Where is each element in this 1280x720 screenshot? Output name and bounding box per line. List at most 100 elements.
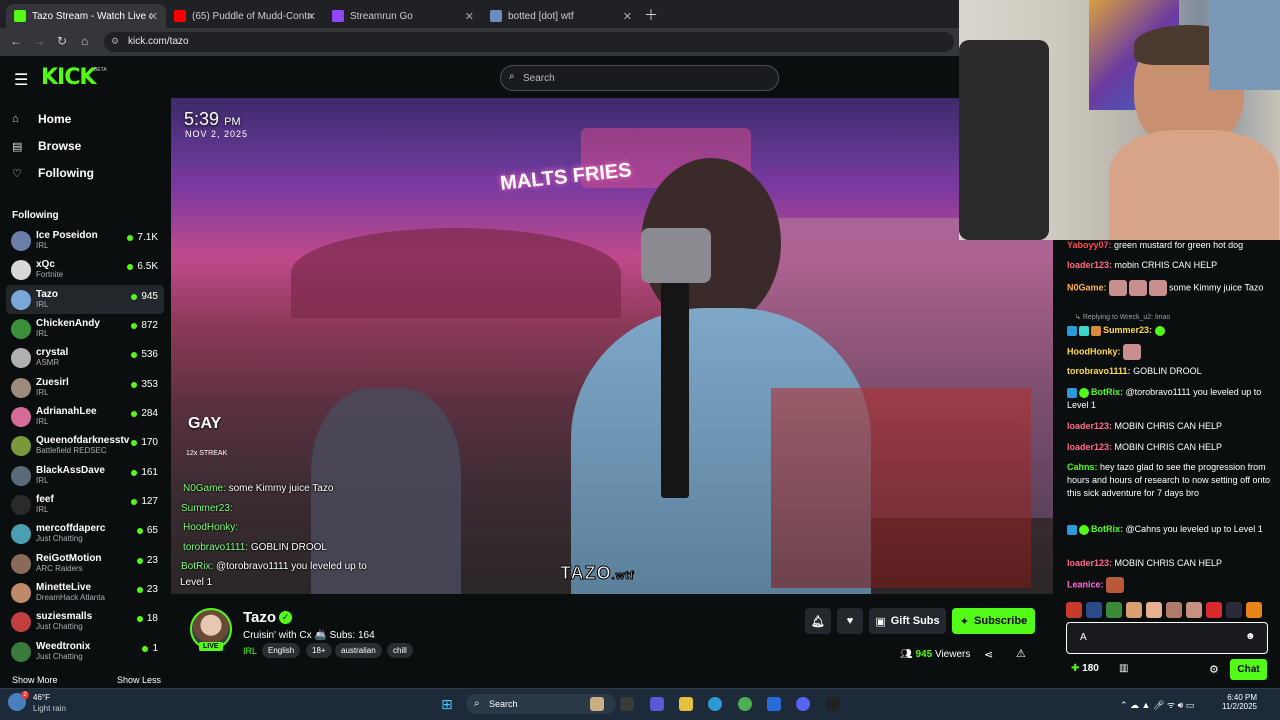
channel-category: IRL — [36, 476, 49, 485]
hamburger-menu-icon[interactable]: ☰ — [14, 70, 28, 90]
browser-tab-kick[interactable]: Tazo Stream - Watch Live o ✕ — [6, 4, 166, 28]
store-icon[interactable]: ▥ — [1119, 663, 1128, 674]
following-item[interactable]: mercoffdaperc Just Chatting 65 — [6, 519, 164, 548]
chat-user[interactable]: loader123: — [1067, 421, 1112, 431]
tag-chip[interactable]: English — [262, 643, 301, 658]
chat-user[interactable]: loader123: — [1067, 260, 1112, 270]
chat-user[interactable]: loader123: — [1067, 558, 1112, 568]
forward-icon[interactable]: → — [33, 34, 45, 48]
chrome-icon[interactable] — [738, 697, 752, 711]
emote-icon[interactable] — [1206, 602, 1222, 618]
widgets-icon[interactable] — [590, 697, 604, 711]
edge-icon[interactable] — [708, 697, 722, 711]
following-item[interactable]: xQc Fortnite 6.5K — [6, 255, 164, 284]
chat-input-value[interactable]: A — [1080, 632, 1087, 643]
share-icon[interactable]: ⋖ — [984, 648, 993, 661]
nav-browse[interactable]: ▤ Browse — [12, 139, 81, 153]
chat-user[interactable]: torobravo1111: — [1067, 366, 1131, 376]
following-item[interactable]: suziesmalls Just Chatting 18 — [6, 607, 164, 636]
following-item[interactable]: Queenofdarknesstv Battlefield REDSEC 170 — [6, 431, 164, 460]
home-icon[interactable]: ⌂ — [81, 34, 88, 48]
chat-input[interactable] — [1066, 622, 1268, 654]
emote-icon[interactable] — [1166, 602, 1182, 618]
store-app-icon[interactable] — [767, 697, 781, 711]
subscribe-button[interactable]: ✦ Subscribe — [952, 608, 1035, 634]
follow-heart-button[interactable]: ♥ — [837, 608, 863, 634]
report-icon[interactable]: ⚠ — [1016, 647, 1026, 660]
tab-label: Tazo Stream - Watch Live o — [32, 10, 152, 22]
discord-icon[interactable] — [796, 697, 810, 711]
obs-icon[interactable] — [826, 697, 840, 711]
browser-tab-youtube[interactable]: (65) Puddle of Mudd-Control-L ✕ — [166, 4, 324, 28]
url-bar[interactable] — [104, 32, 954, 52]
browser-tab-streamrun[interactable]: Streamrun Go ✕ — [324, 4, 482, 28]
chat-user[interactable]: HoodHonky: — [1067, 346, 1121, 356]
emote-icon[interactable] — [1146, 602, 1162, 618]
tag-chip[interactable]: chill — [387, 643, 413, 658]
chat-user[interactable]: Summer23: — [1103, 325, 1152, 335]
chat-user[interactable]: Yaboyy07: — [1067, 240, 1112, 250]
tag-chip[interactable]: 18+ — [306, 643, 332, 658]
following-item[interactable]: Zuesirl IRL 353 — [6, 373, 164, 402]
close-icon[interactable]: ✕ — [623, 10, 632, 23]
chat-user[interactable]: N0Game: — [1067, 282, 1107, 292]
show-more-button[interactable]: Show More — [12, 675, 58, 685]
gift-subs-label: Gift Subs — [890, 615, 940, 627]
site-info-icon[interactable]: ⚙ — [111, 36, 119, 47]
close-icon[interactable]: ✕ — [307, 10, 316, 23]
emote-icon[interactable] — [1226, 602, 1242, 618]
close-icon[interactable]: ✕ — [465, 10, 474, 23]
chat-user[interactable]: BotRix: — [1091, 524, 1123, 534]
emote-icon[interactable] — [1126, 602, 1142, 618]
taskbar-clock[interactable]: 6:40 PM 11/2/2025 — [1222, 693, 1257, 711]
reload-icon[interactable]: ↻ — [57, 34, 67, 48]
following-item[interactable]: Weedtronix Just Chatting 1 — [6, 637, 164, 666]
emote-icon[interactable] — [1106, 602, 1122, 618]
chat-user[interactable]: Leanice: — [1067, 579, 1104, 589]
channel-name[interactable]: Tazo — [243, 609, 276, 626]
viewer-count: 945 — [131, 291, 158, 302]
file-explorer-icon[interactable] — [679, 697, 693, 711]
following-item[interactable]: Ice Poseidon IRL 7.1K — [6, 226, 164, 255]
following-item[interactable]: feef IRL 127 — [6, 490, 164, 519]
new-tab-button[interactable]: ＋ — [644, 5, 658, 25]
back-icon[interactable]: ← — [10, 34, 22, 48]
channel-points[interactable]: ✚ 180 — [1071, 663, 1099, 674]
emote-icon[interactable] — [1066, 602, 1082, 618]
close-icon[interactable]: ✕ — [149, 10, 158, 23]
viewers-icon: 👥︎ — [900, 649, 913, 660]
chat-user[interactable]: loader123: — [1067, 442, 1112, 452]
chat-send-button[interactable]: Chat — [1230, 659, 1267, 680]
nav-following[interactable]: ♡ Following — [12, 166, 94, 180]
task-view-icon[interactable] — [620, 697, 634, 711]
chat-user[interactable]: BotRix: — [1091, 387, 1123, 397]
tag-chip[interactable]: australian — [335, 643, 382, 658]
stream-category[interactable]: IRL — [243, 646, 257, 656]
emote-icon[interactable] — [1246, 602, 1262, 618]
teams-icon[interactable] — [650, 697, 664, 711]
emoji-picker-icon[interactable]: ☻ — [1245, 631, 1256, 642]
windows-start-icon[interactable]: ⊞ — [441, 696, 453, 713]
following-item[interactable]: MinetteLive DreamHack Atlanta 23 — [6, 578, 164, 607]
gift-subs-button[interactable]: ▣ Gift Subs — [869, 608, 946, 634]
following-item[interactable]: BlackAssDave IRL 161 — [6, 461, 164, 490]
emote-icon[interactable] — [1186, 602, 1202, 618]
following-item[interactable]: ReiGotMotion ARC Raiders 23 — [6, 549, 164, 578]
system-tray[interactable]: ⌃ ☁ ▲ 🎤︎ ᯤ 🔊︎ ▭ — [1120, 698, 1194, 711]
channel-name: ChickenAndy — [36, 318, 100, 329]
notification-bell-button[interactable]: 🔔︎ — [805, 608, 831, 634]
following-item[interactable]: ChickenAndy IRL 872 — [6, 314, 164, 343]
following-item[interactable]: AdrianahLee IRL 284 — [6, 402, 164, 431]
chat-user[interactable]: Cahns: — [1067, 462, 1098, 472]
emote-icon[interactable] — [1086, 602, 1102, 618]
nav-home[interactable]: ⌂ Home — [12, 112, 71, 126]
avatar — [11, 230, 31, 251]
browser-tab-botted[interactable]: botted [dot] wtf ✕ — [482, 4, 640, 28]
gear-icon[interactable]: ⚙ — [1209, 663, 1219, 676]
following-item[interactable]: Tazo IRL 945 — [6, 285, 164, 314]
kick-logo[interactable]: KICK — [41, 65, 96, 90]
following-item[interactable]: crystal ASMR 536 — [6, 343, 164, 372]
url-text[interactable]: kick.com/tazo — [128, 36, 189, 47]
channel-category: IRL — [36, 241, 49, 250]
show-less-button[interactable]: Show Less — [117, 675, 161, 685]
